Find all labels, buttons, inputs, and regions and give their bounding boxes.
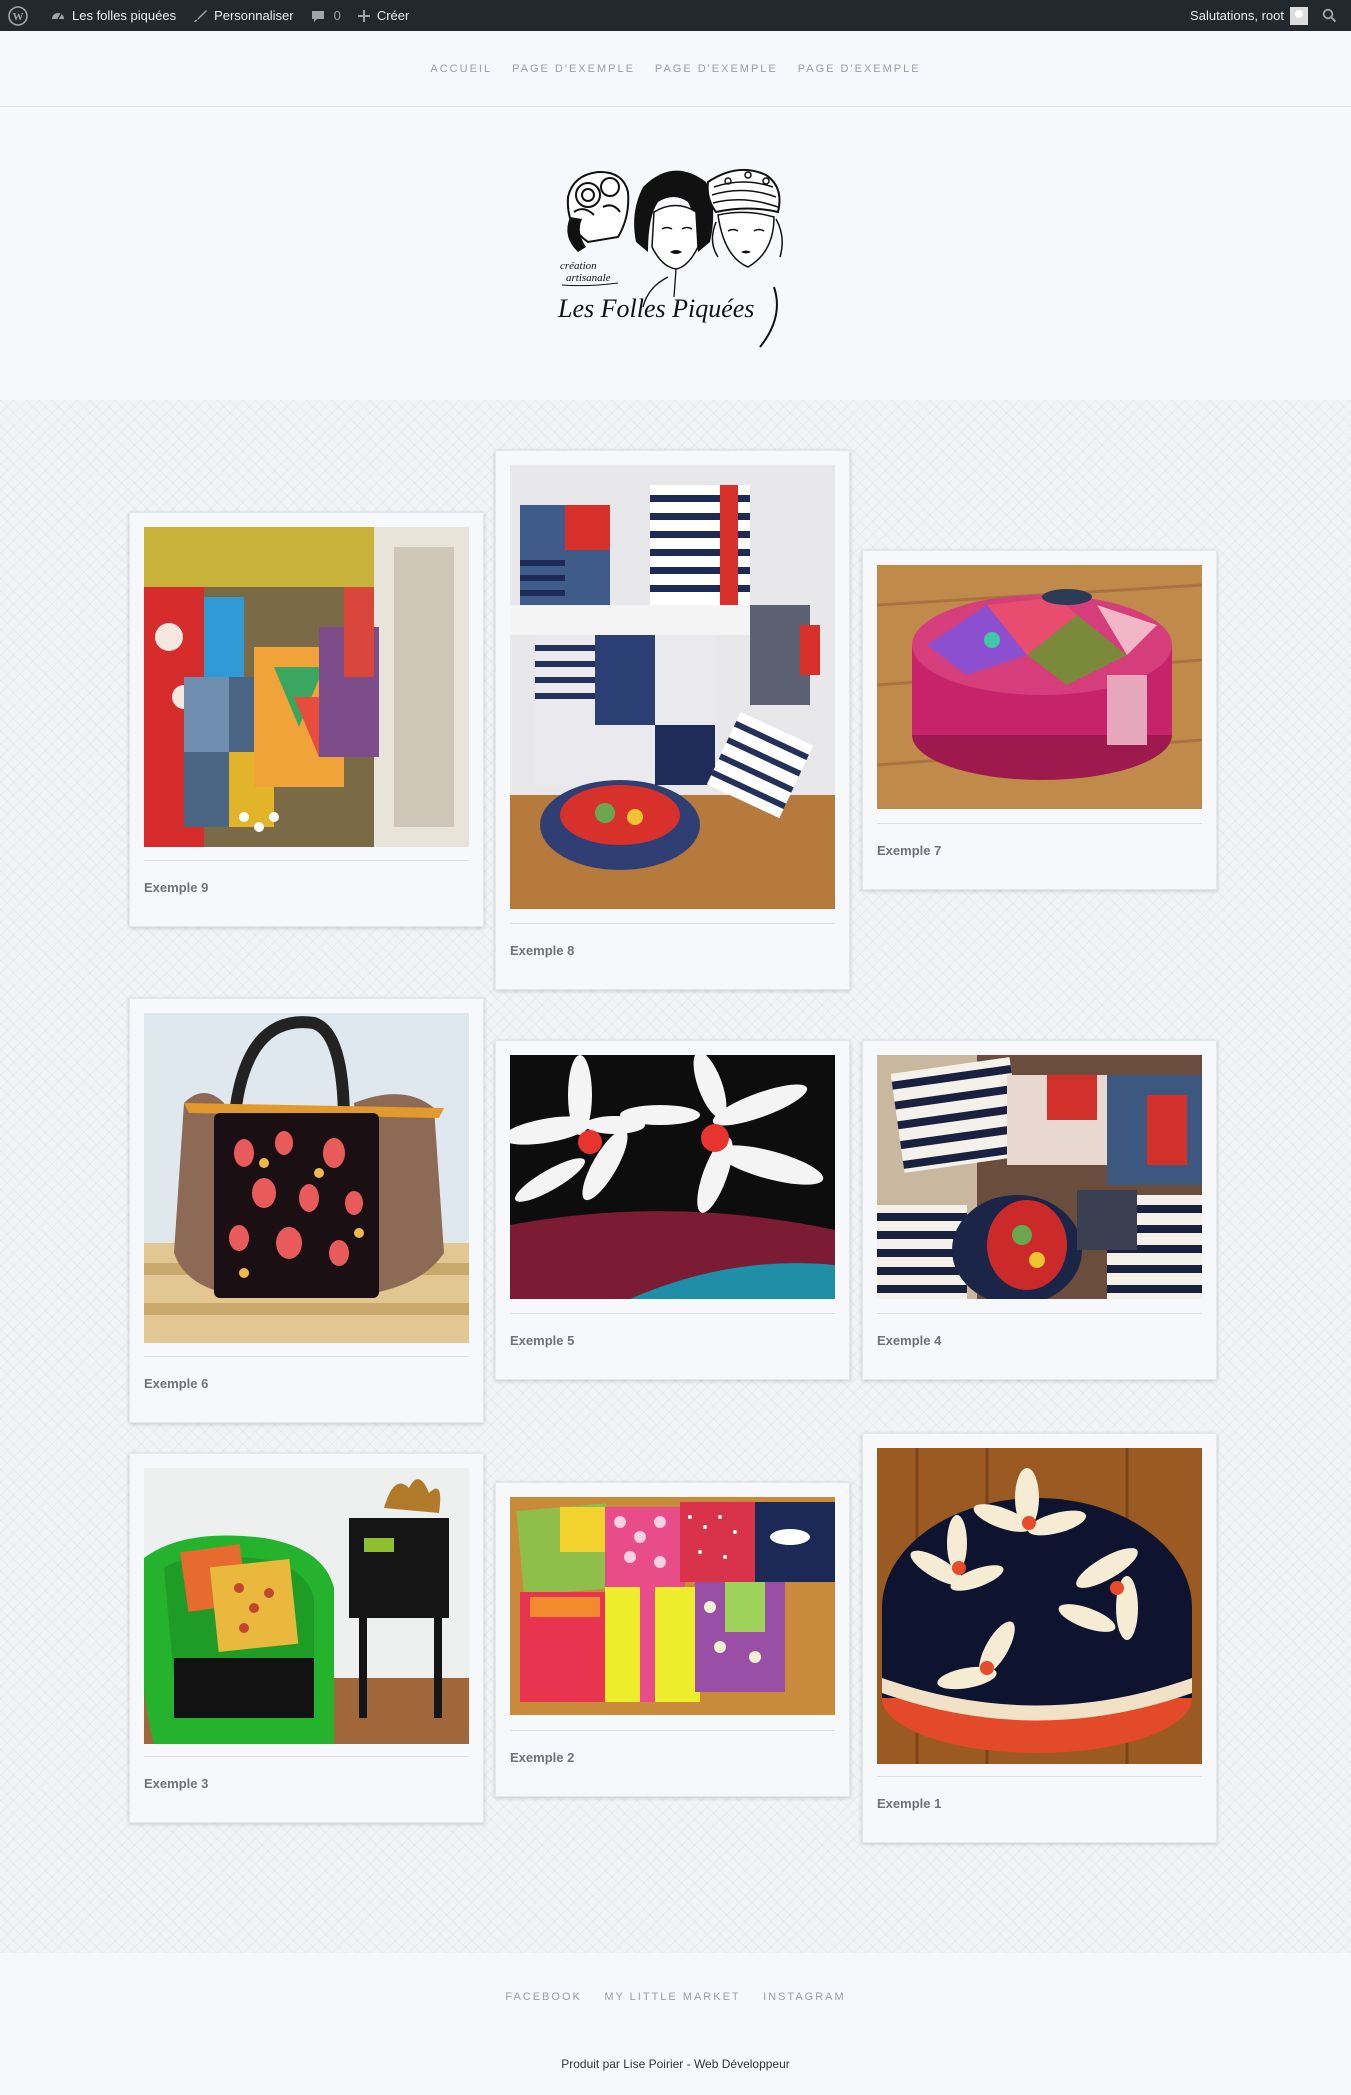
wordpress-logo-icon[interactable]: W: [0, 0, 42, 31]
greeting-label: Salutations, root: [1190, 8, 1284, 23]
customize-link[interactable]: Personnaliser: [184, 0, 302, 31]
nav-item-sample-page-1[interactable]: PAGE D'EXEMPLE: [502, 63, 645, 75]
gallery-caption-1[interactable]: Exemple 1: [877, 1796, 941, 1811]
gallery-card-6[interactable]: Exemple 6: [129, 998, 484, 1423]
logo-wordmark: Les Folles Piquées: [557, 294, 754, 323]
brush-icon: [194, 9, 208, 22]
plus-icon: [357, 9, 370, 22]
new-content-link[interactable]: Créer: [349, 0, 418, 31]
avatar: [1290, 6, 1308, 25]
comments-link[interactable]: 0: [302, 0, 349, 31]
gallery-caption-8[interactable]: Exemple 8: [510, 943, 574, 958]
nav-item-sample-page-3[interactable]: PAGE D'EXEMPLE: [788, 63, 931, 75]
account-menu[interactable]: Salutations, root: [1182, 0, 1308, 31]
card-divider: [144, 1756, 469, 1757]
search-icon[interactable]: [1308, 0, 1351, 31]
gallery-card-2[interactable]: Exemple 2: [495, 1482, 850, 1797]
gallery-caption-3[interactable]: Exemple 3: [144, 1776, 208, 1791]
gallery-caption-7[interactable]: Exemple 7: [877, 843, 941, 858]
nav-item-sample-page-2[interactable]: PAGE D'EXEMPLE: [645, 63, 788, 75]
footer-link-facebook[interactable]: FACEBOOK: [496, 1991, 591, 2003]
logo-tagline-1: création: [560, 260, 597, 272]
footer-social-links: FACEBOOK MY LITTLE MARKET INSTAGRAM: [0, 1987, 1351, 2005]
gallery-caption-9[interactable]: Exemple 9: [144, 880, 208, 895]
gallery-image-7[interactable]: [877, 565, 1202, 809]
customize-label: Personnaliser: [214, 8, 294, 23]
gallery-image-3[interactable]: [144, 1468, 469, 1744]
card-divider: [144, 860, 469, 861]
gallery-image-8[interactable]: [510, 465, 835, 909]
gallery-card-5[interactable]: Exemple 5: [495, 1040, 850, 1380]
dashboard-icon: [52, 12, 64, 19]
create-label: Créer: [376, 8, 410, 23]
gallery-caption-5[interactable]: Exemple 5: [510, 1333, 574, 1348]
gallery-card-1[interactable]: Exemple 1: [862, 1433, 1217, 1843]
card-divider: [877, 1776, 1202, 1777]
nav-item-home[interactable]: ACCUEIL: [420, 63, 502, 75]
comment-icon: [311, 10, 324, 22]
site-name-link[interactable]: Les folles piquées: [42, 0, 184, 31]
admin-bar: W Les folles piquées Personnaliser 0 Cré…: [0, 0, 1351, 31]
footer-link-instagram[interactable]: INSTAGRAM: [754, 1991, 855, 2003]
gallery-image-9[interactable]: [144, 527, 469, 847]
site-logo[interactable]: création artisanale Les Folles Piquées: [548, 157, 804, 353]
footer-credit: Produit par Lise Poirier - Web Développe…: [561, 2057, 790, 2071]
card-divider: [510, 923, 835, 924]
portfolio-gallery: Exemple 9 Exemple 8 Exemple 7 Exemple 6 …: [0, 400, 1351, 1953]
comments-count: 0: [333, 8, 341, 23]
site-footer: FACEBOOK MY LITTLE MARKET INSTAGRAM Prod…: [0, 1953, 1351, 2095]
gallery-image-1[interactable]: [877, 1448, 1202, 1764]
card-divider: [877, 823, 1202, 824]
gallery-image-4[interactable]: [877, 1055, 1202, 1299]
card-divider: [877, 1313, 1202, 1314]
gallery-image-5[interactable]: [510, 1055, 835, 1299]
gallery-card-4[interactable]: Exemple 4: [862, 1040, 1217, 1380]
site-name-label: Les folles piquées: [72, 8, 177, 23]
gallery-image-6[interactable]: [144, 1013, 469, 1343]
gallery-image-2[interactable]: [510, 1497, 835, 1715]
gallery-card-7[interactable]: Exemple 7: [862, 550, 1217, 890]
card-divider: [510, 1730, 835, 1731]
footer-link-my-little-market[interactable]: MY LITTLE MARKET: [595, 1991, 749, 2003]
gallery-caption-2[interactable]: Exemple 2: [510, 1750, 574, 1765]
gallery-card-9[interactable]: Exemple 9: [129, 512, 484, 927]
card-divider: [510, 1313, 835, 1314]
svg-text:W: W: [13, 11, 24, 23]
gallery-caption-6[interactable]: Exemple 6: [144, 1376, 208, 1391]
gallery-caption-4[interactable]: Exemple 4: [877, 1333, 941, 1348]
card-divider: [144, 1356, 469, 1357]
gallery-card-3[interactable]: Exemple 3: [129, 1453, 484, 1823]
gallery-card-8[interactable]: Exemple 8: [495, 450, 850, 990]
logo-tagline-2: artisanale: [566, 272, 611, 284]
header-logo-area: création artisanale Les Folles Piquées: [0, 107, 1351, 400]
main-navigation: ACCUEIL PAGE D'EXEMPLE PAGE D'EXEMPLE PA…: [0, 31, 1351, 107]
